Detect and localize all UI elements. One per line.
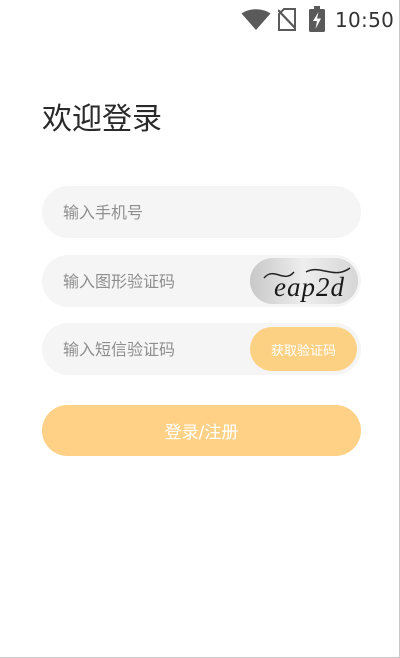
page-title: 欢迎登录: [42, 102, 162, 137]
login-register-button[interactable]: 登录/注册: [42, 405, 361, 456]
captcha-input[interactable]: [63, 255, 243, 307]
sms-code-field: 获取验证码: [42, 323, 361, 375]
status-time: 10:50: [335, 8, 395, 32]
phone-input[interactable]: [63, 186, 343, 238]
wifi-icon: [241, 9, 271, 30]
get-code-button[interactable]: 获取验证码: [250, 327, 357, 371]
phone-field: [42, 186, 361, 238]
login-screen: 10:50 欢迎登录 eap2d 获取: [0, 0, 400, 658]
captcha-field: eap2d: [42, 255, 361, 307]
status-bar: 10:50: [0, 0, 399, 40]
sms-code-input[interactable]: [63, 323, 243, 375]
battery-charging-icon: [309, 6, 325, 32]
captcha-text: eap2d: [274, 272, 345, 302]
captcha-image[interactable]: eap2d: [250, 258, 358, 304]
no-sim-icon: [278, 8, 296, 31]
